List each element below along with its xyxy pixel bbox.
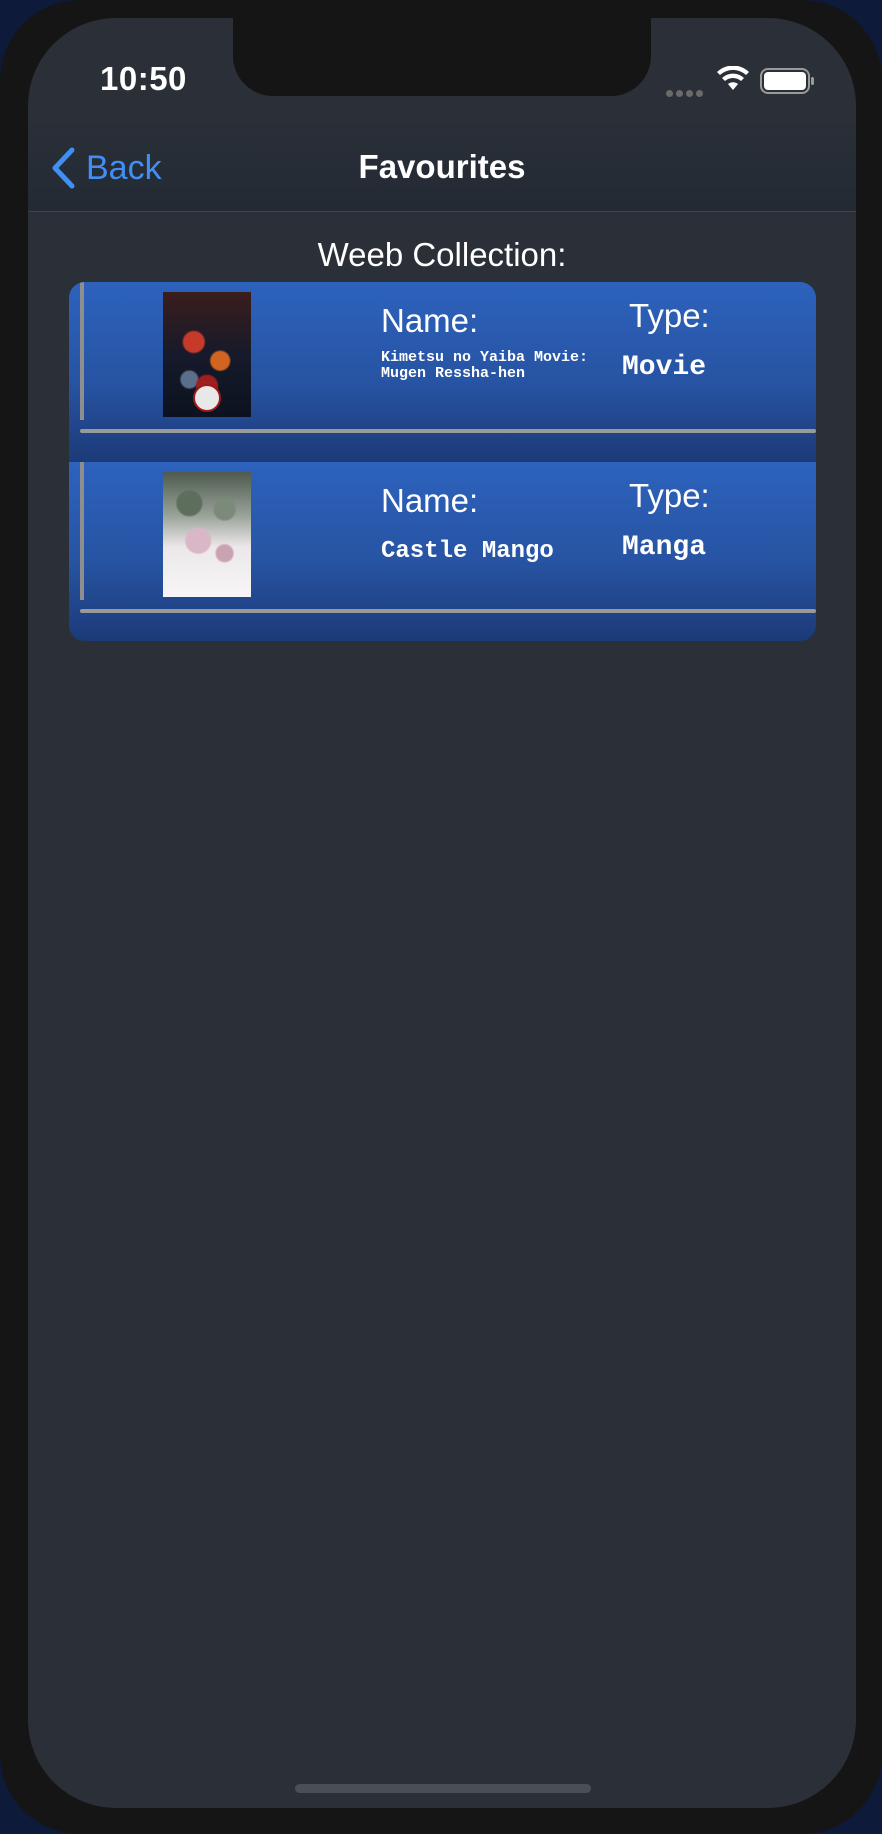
wifi-icon [717, 66, 749, 90]
device-frame: 10:50 Back Favourites Weeb Collection: N… [0, 0, 882, 1834]
collection-heading: Weeb Collection: [317, 236, 567, 273]
favourites-list: Name: Type: Kimetsu no Yaiba Movie: Muge… [69, 282, 816, 641]
movie-poster-image [163, 292, 251, 417]
cellular-signal-icon [666, 84, 706, 97]
name-label: Name: [381, 482, 479, 519]
status-time: 10:50 [100, 60, 187, 97]
page-title: Favourites [358, 148, 526, 185]
item-type: Manga [622, 532, 707, 563]
divider [80, 282, 84, 420]
list-item[interactable]: Name: Type: Castle Mango Manga [69, 462, 816, 641]
item-name: Kimetsu no Yaiba Movie: Mugen Ressha-hen [381, 349, 589, 382]
navigation-bar: Back Favourites [28, 108, 856, 212]
divider [80, 462, 84, 600]
type-label: Type: [629, 477, 710, 514]
app-screen: 10:50 Back Favourites Weeb Collection: N… [28, 18, 856, 1808]
item-type: Movie [622, 352, 707, 383]
battery-icon [760, 68, 814, 94]
divider [80, 609, 816, 613]
home-indicator[interactable] [295, 1784, 591, 1793]
device-notch [233, 18, 651, 96]
divider [80, 429, 816, 433]
manga-cover-image [163, 472, 251, 597]
list-item[interactable]: Name: Type: Kimetsu no Yaiba Movie: Muge… [69, 282, 816, 462]
item-name: Castle Mango [381, 538, 554, 565]
type-label: Type: [629, 297, 710, 334]
name-label: Name: [381, 302, 479, 339]
